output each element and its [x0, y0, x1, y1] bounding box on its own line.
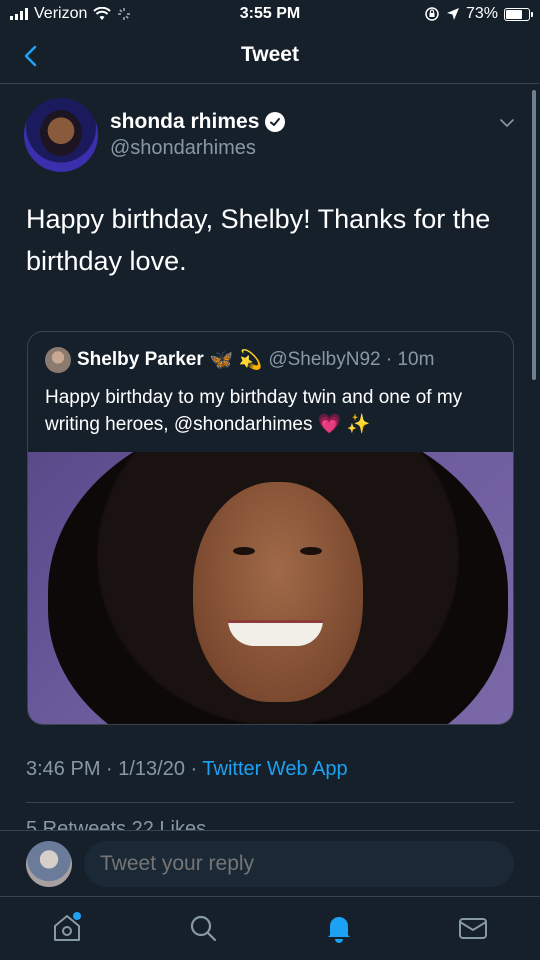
status-bar: Verizon 3:55 PM 73%	[0, 0, 540, 30]
battery-icon	[504, 7, 533, 21]
author-name[interactable]: shonda rhimes	[110, 110, 259, 134]
chevron-down-icon[interactable]	[498, 114, 516, 132]
user-avatar[interactable]	[26, 841, 72, 887]
divider	[26, 802, 514, 803]
author-avatar[interactable]	[24, 98, 98, 172]
messages-envelope-icon[interactable]	[456, 911, 490, 945]
notifications-bell-icon[interactable]	[322, 911, 356, 945]
search-icon[interactable]	[186, 911, 220, 945]
quote-avatar	[45, 347, 71, 373]
tweet-header: shonda rhimes @shondarhimes	[24, 98, 524, 174]
tweet-timestamp: 3:46 PM · 1/13/20 ·	[26, 758, 203, 780]
quote-photo[interactable]	[28, 452, 513, 724]
verified-badge-icon	[265, 112, 286, 132]
quote-author-emojis: 🦋 💫	[209, 350, 263, 371]
home-icon[interactable]	[50, 911, 84, 945]
quote-handle-time: @ShelbyN92 · 10m	[268, 349, 435, 370]
tab-bar	[0, 896, 540, 960]
rotation-lock-icon	[425, 7, 439, 21]
tweet-meta: 3:46 PM · 1/13/20 · Twitter Web App	[26, 758, 348, 781]
page-title: Tweet	[241, 43, 299, 66]
reply-bar	[0, 830, 540, 896]
location-icon	[446, 8, 459, 20]
quote-text: Happy birthday to my birthday twin and o…	[45, 387, 463, 435]
quote-author-name: Shelby Parker	[77, 349, 204, 370]
tweet-text: Happy birthday, Shelby! Thanks for the b…	[26, 204, 491, 276]
navigation-bar: Tweet	[0, 30, 540, 84]
battery-percent: 73%	[465, 5, 498, 22]
tweet-stats[interactable]: 5 Retweets 22 Likes	[26, 818, 206, 830]
reply-input[interactable]	[84, 841, 514, 887]
author-handle[interactable]: @shondarhimes	[110, 137, 285, 160]
scrollbar[interactable]	[532, 90, 536, 380]
quoted-tweet[interactable]: Shelby Parker 🦋 💫 @ShelbyN92 · 10m Happy…	[27, 331, 514, 725]
tweet-source-link[interactable]: Twitter Web App	[202, 758, 347, 780]
